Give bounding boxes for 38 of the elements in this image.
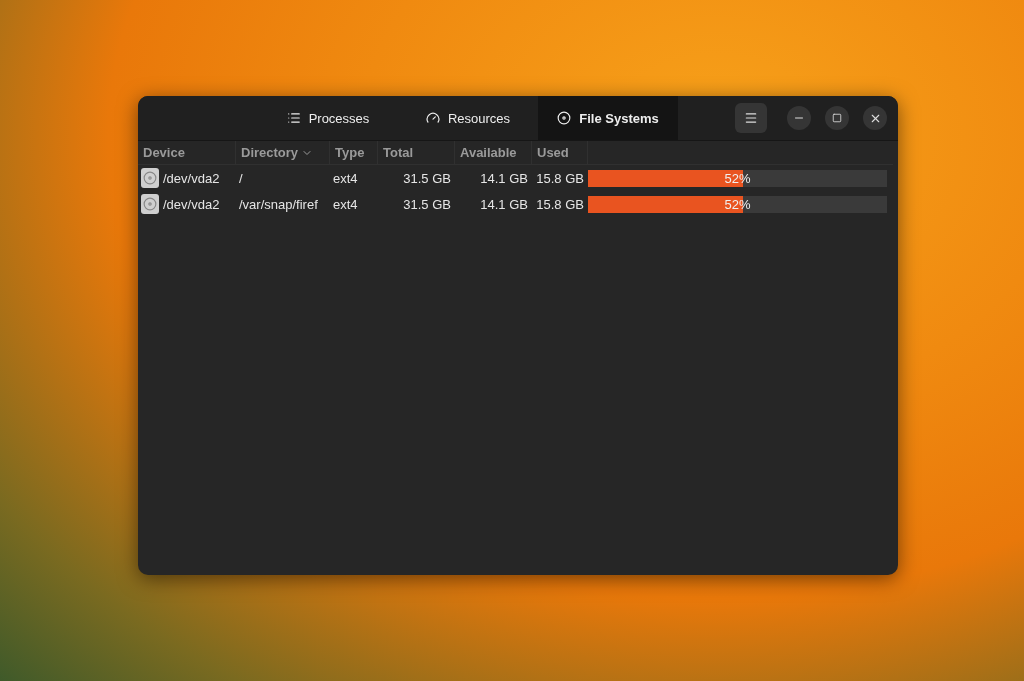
column-header[interactable]: Device bbox=[138, 141, 236, 165]
maximize-button[interactable] bbox=[825, 106, 849, 130]
table-cell: /dev/vda2 bbox=[163, 170, 220, 186]
table-cell: 31.5 GB bbox=[403, 196, 451, 212]
gauge-icon bbox=[425, 111, 440, 125]
table-cell: 15.8 GB bbox=[536, 170, 584, 186]
close-button[interactable] bbox=[863, 106, 887, 130]
column-label: Available bbox=[460, 145, 517, 160]
column-label: Device bbox=[143, 145, 185, 160]
column-header[interactable]: Directory bbox=[236, 141, 330, 165]
column-label: Used bbox=[537, 145, 569, 160]
list-icon bbox=[286, 111, 301, 125]
table-cell: 31.5 GB bbox=[403, 170, 451, 186]
column-header[interactable]: Type bbox=[330, 141, 378, 165]
menu-button[interactable] bbox=[735, 103, 767, 133]
table-cell: 14.1 GB bbox=[480, 170, 528, 186]
drive-icon bbox=[141, 168, 159, 188]
disk-icon bbox=[557, 111, 572, 125]
column-label: Directory bbox=[241, 145, 299, 160]
column-label: Type bbox=[335, 145, 365, 160]
tab[interactable]: File Systems bbox=[538, 96, 678, 140]
table-cell: ext4 bbox=[333, 196, 358, 212]
menu-icon bbox=[744, 111, 758, 125]
tab[interactable]: Resources bbox=[398, 96, 538, 140]
column-header[interactable]: Used bbox=[532, 141, 588, 165]
minimize-button[interactable] bbox=[787, 106, 811, 130]
table-cell: 14.1 GB bbox=[480, 196, 528, 212]
table-cell: /dev/vda2 bbox=[163, 196, 220, 212]
table-cell: ext4 bbox=[333, 170, 358, 186]
tab[interactable]: Processes bbox=[258, 96, 398, 140]
column-header[interactable]: Available bbox=[455, 141, 532, 165]
table-cell: / bbox=[239, 170, 243, 186]
column-header[interactable]: Total bbox=[378, 141, 455, 165]
maximize-icon bbox=[832, 113, 842, 123]
drive-icon bbox=[141, 194, 159, 214]
table-cell: /var/snap/firef bbox=[239, 196, 318, 212]
table-cell: 15.8 GB bbox=[536, 196, 584, 212]
column-label: Total bbox=[383, 145, 414, 160]
